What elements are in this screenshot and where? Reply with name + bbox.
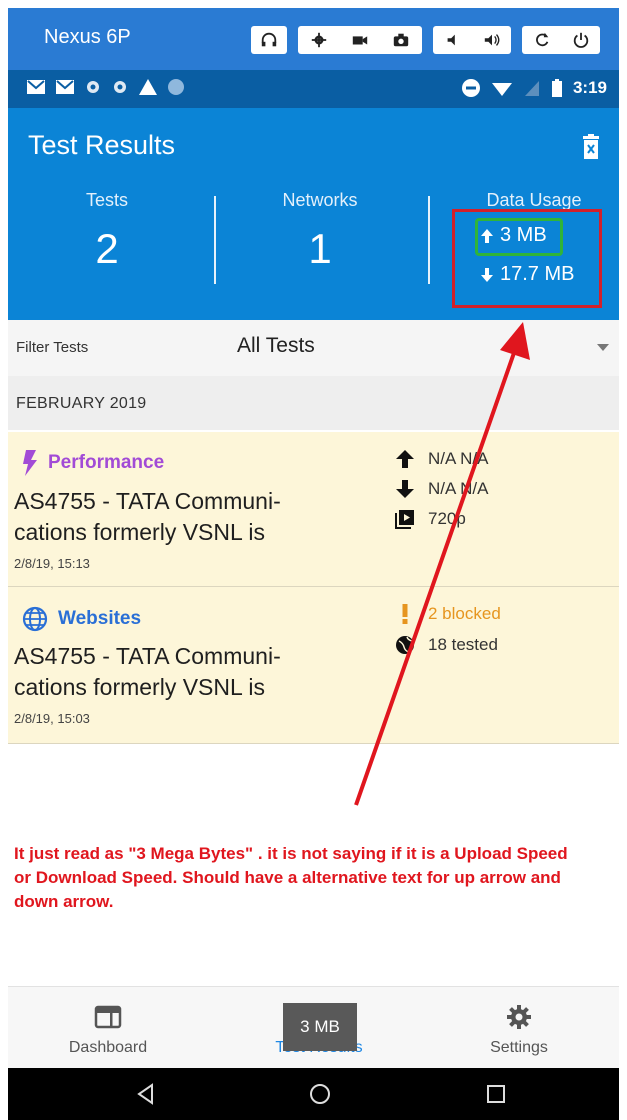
result-title: AS4755 - TATA Communi- cations formerly … [14, 488, 281, 545]
stat-tests: Tests 2 [58, 190, 156, 273]
globe-icon [396, 636, 414, 654]
warning-icon [139, 79, 157, 95]
result-date: 2/8/19, 15:03 [14, 711, 90, 726]
camera-icon[interactable] [392, 31, 410, 49]
result-title: AS4755 - TATA Communi- cations formerly … [14, 643, 281, 700]
wifi-icon [491, 83, 512, 96]
battery-icon [551, 79, 562, 97]
annotation-note: It just read as "3 Mega Bytes" . it is n… [14, 844, 568, 911]
gmail-icon [56, 80, 74, 94]
gmail-icon [27, 80, 45, 94]
metric-blocked-value: 2 blocked [428, 604, 501, 623]
notification-dot-icon [87, 81, 99, 93]
stat-data-usage-label: Data Usage [486, 190, 582, 210]
stat-data-usage: Data Usage [470, 190, 598, 211]
metric-blocked: 2 blocked [394, 603, 501, 625]
stat-tests-value: 2 [95, 225, 119, 272]
volume-down-icon[interactable] [444, 31, 462, 49]
filter-label: Filter Tests [16, 339, 89, 356]
metric-tested: 18 tested [394, 634, 498, 656]
back-icon[interactable] [134, 1082, 158, 1106]
rotate-icon[interactable] [533, 31, 551, 49]
app-header: Test Results Tests 2 Networks 1 Data Usa… [8, 108, 619, 320]
page-title: Test Results [28, 130, 176, 160]
do-not-disturb-icon [461, 79, 480, 97]
divider [8, 743, 619, 744]
result-type-label: Performance [48, 452, 165, 473]
emulator-toolbar: Nexus 6P [8, 8, 619, 70]
power-icon[interactable] [572, 31, 590, 49]
metric-video-value: 720p [428, 509, 466, 528]
nav-dashboard[interactable]: Dashboard [8, 987, 208, 1069]
android-navigation-bar [8, 1068, 619, 1120]
home-icon[interactable] [308, 1082, 332, 1106]
headset-button[interactable] [251, 26, 287, 54]
metric-video: 720p [394, 508, 466, 530]
stat-tests-label: Tests [85, 190, 128, 210]
accessibility-tooltip: 3 MB [283, 1003, 357, 1051]
delete-icon[interactable] [581, 134, 601, 160]
circle-icon [168, 79, 184, 95]
metric-upload-value: N/A N/A [428, 449, 489, 468]
gear-icon [507, 1005, 531, 1029]
metric-upload: N/A N/A [394, 448, 488, 470]
metric-download: N/A N/A [394, 478, 488, 500]
rotate-power-group [522, 26, 600, 54]
globe-icon [22, 606, 48, 632]
download-arrow-icon [396, 480, 414, 498]
result-type: Performance [22, 450, 164, 476]
status-time: 3:19 [572, 78, 607, 97]
highlight-box-red [452, 209, 602, 308]
exclamation-icon [402, 604, 408, 624]
recents-icon[interactable] [484, 1082, 508, 1106]
video-icon [395, 510, 414, 529]
chevron-down-icon[interactable] [597, 344, 609, 351]
metric-download-value: N/A N/A [428, 479, 489, 498]
volume-up-icon[interactable] [483, 31, 501, 49]
emulator-tools-group [298, 26, 422, 54]
stat-networks-value: 1 [308, 225, 332, 272]
status-bar: 3:19 [8, 70, 619, 108]
no-signal-icon [524, 81, 539, 96]
result-card-performance[interactable]: Performance AS4755 - TATA Communi- catio… [8, 432, 619, 586]
filter-select-value[interactable]: All Tests [237, 334, 315, 358]
headset-icon [261, 32, 277, 47]
device-name: Nexus 6P [44, 26, 131, 48]
lightning-icon [23, 450, 37, 476]
divider [214, 196, 216, 284]
result-type-label: Websites [58, 608, 142, 629]
video-camera-icon[interactable] [351, 31, 369, 49]
dashboard-icon [94, 1005, 122, 1029]
stat-networks: Networks 1 [264, 190, 376, 273]
metric-tested-value: 18 tested [428, 635, 498, 654]
settings-gear-icon[interactable] [310, 31, 328, 49]
result-date: 2/8/19, 15:13 [14, 556, 90, 571]
month-label: FEBRUARY 2019 [16, 395, 147, 412]
filter-row[interactable]: Filter Tests All Tests [8, 320, 619, 376]
volume-group [433, 26, 511, 54]
result-type: Websites [22, 606, 141, 632]
notification-dot-icon [114, 81, 126, 93]
upload-arrow-icon [396, 450, 414, 468]
nav-dashboard-label: Dashboard [68, 1039, 148, 1056]
month-header: FEBRUARY 2019 [8, 376, 619, 430]
result-card-websites[interactable]: Websites AS4755 - TATA Communi- cations … [8, 587, 619, 743]
nav-settings[interactable]: Settings [419, 987, 619, 1069]
nav-settings-label: Settings [490, 1039, 548, 1056]
stat-networks-label: Networks [282, 190, 358, 210]
divider [428, 196, 430, 284]
